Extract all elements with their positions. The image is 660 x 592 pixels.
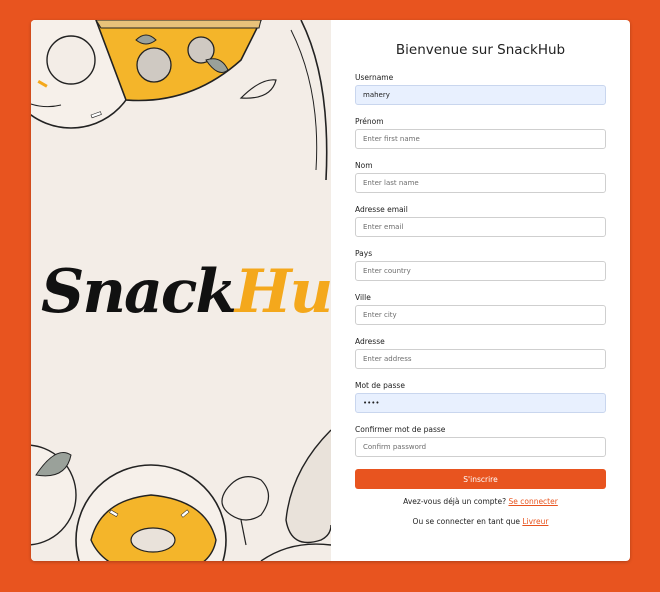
bread-illustration	[285, 429, 331, 544]
broccoli-illustration	[221, 476, 270, 546]
city-label: Ville	[355, 293, 371, 302]
first-name-field-group: Prénom	[355, 116, 606, 149]
country-label: Pays	[355, 249, 373, 258]
login-prompt-line: Avez-vous déjà un compte? Se connecter	[331, 497, 630, 506]
password-input[interactable]	[355, 393, 606, 413]
login-link[interactable]: Se connecter	[508, 497, 557, 506]
leaf-illustration	[239, 79, 277, 99]
driver-prompt-line: Ou se connecter en tant que Livreur	[331, 517, 630, 526]
confirm-password-label: Confirmer mot de passe	[355, 425, 446, 434]
last-name-label: Nom	[355, 161, 373, 170]
address-label: Adresse	[355, 337, 385, 346]
country-input[interactable]	[355, 261, 606, 281]
first-name-input[interactable]	[355, 129, 606, 149]
address-input[interactable]	[355, 349, 606, 369]
page-title: Bienvenue sur SnackHub	[395, 42, 566, 58]
username-field-group: Username	[355, 72, 606, 105]
first-name-label: Prénom	[355, 117, 384, 126]
snackhub-logo: SnackHub	[41, 242, 331, 342]
city-input[interactable]	[355, 305, 606, 325]
illustration-panel: SnackHub	[31, 20, 331, 561]
donut-illustration	[75, 464, 227, 561]
plate-top-right-illustration	[300, 20, 328, 181]
logo-text-snack: Snack	[41, 257, 237, 327]
driver-prompt-text: Ou se connecter en tant que	[412, 517, 520, 526]
email-label: Adresse email	[355, 205, 408, 214]
country-field-group: Pays	[355, 248, 606, 281]
confirm-password-input[interactable]	[355, 437, 606, 457]
address-field-group: Adresse	[355, 336, 606, 369]
login-prompt-text: Avez-vous déjà un compte?	[403, 497, 507, 506]
password-label: Mot de passe	[355, 381, 405, 390]
last-name-input[interactable]	[355, 173, 606, 193]
last-name-field-group: Nom	[355, 160, 606, 193]
signup-form-panel: Bienvenue sur SnackHub Username Prénom N…	[331, 20, 630, 561]
password-field-group: Mot de passe	[355, 380, 606, 413]
confirm-password-field-group: Confirmer mot de passe	[355, 424, 606, 457]
email-input[interactable]	[355, 217, 606, 237]
email-field-group: Adresse email	[355, 204, 606, 237]
logo-text-hub: Hub	[234, 257, 331, 327]
username-label: Username	[355, 73, 394, 82]
city-field-group: Ville	[355, 292, 606, 325]
signup-button[interactable]: S'inscrire	[355, 469, 606, 489]
driver-login-link[interactable]: Livreur	[522, 517, 548, 526]
signup-card: SnackHub Bienvenue sur SnackHub Username…	[31, 20, 630, 561]
username-input[interactable]	[355, 85, 606, 105]
